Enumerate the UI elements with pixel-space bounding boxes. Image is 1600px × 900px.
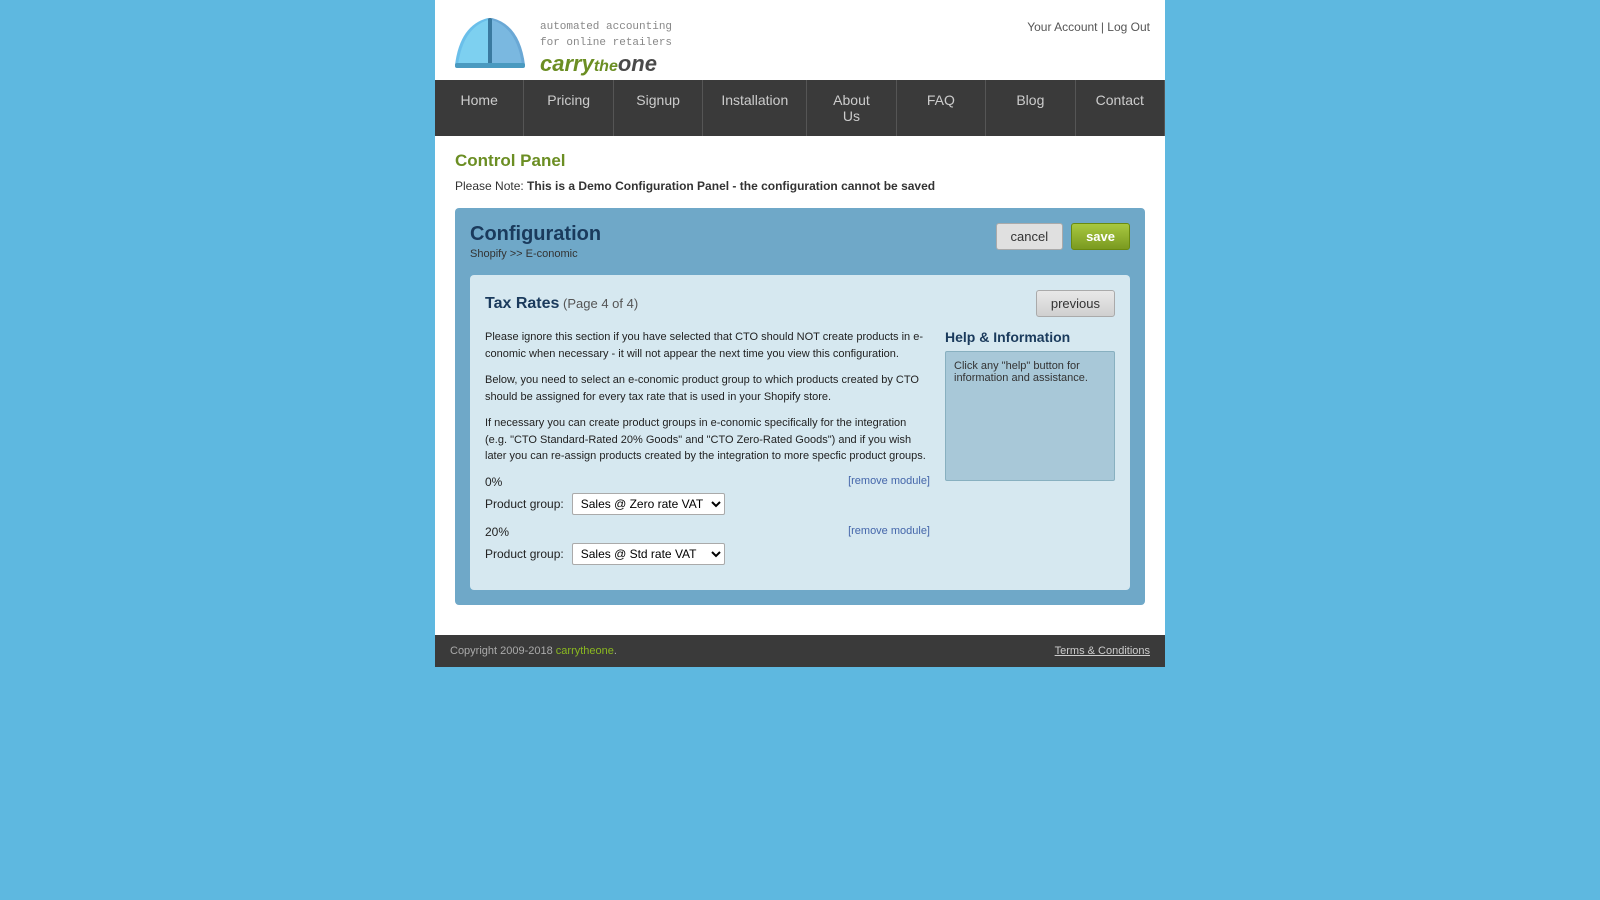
content-main: Please ignore this section if you have s… <box>485 329 930 575</box>
nav-faq[interactable]: FAQ <box>897 80 986 136</box>
brand-name: carrytheone <box>540 53 672 75</box>
tax-rates-header: Tax Rates (Page 4 of 4) previous <box>485 290 1115 317</box>
nav-signup[interactable]: Signup <box>614 80 703 136</box>
remove-module-20[interactable]: [remove module] <box>848 525 930 539</box>
nav-pricing[interactable]: Pricing <box>524 80 613 136</box>
save-button[interactable]: save <box>1071 223 1130 250</box>
tax-rates-page-label: (Page 4 of 4) <box>563 296 638 311</box>
tax-rates-title: Tax Rates <box>485 295 559 312</box>
terms-link[interactable]: Terms & Conditions <box>1055 645 1150 657</box>
demo-note: Please Note: This is a Demo Configuratio… <box>455 179 1145 193</box>
config-subtitle: Shopify >> E-conomic <box>470 248 601 260</box>
para3: If necessary you can create product grou… <box>485 415 930 465</box>
tax-rates-title-area: Tax Rates (Page 4 of 4) <box>485 295 638 313</box>
config-title-area: Configuration Shopify >> E-conomic <box>470 223 601 260</box>
help-title: Help & Information <box>945 329 1115 345</box>
help-content: Click any "help" button for information … <box>945 351 1115 481</box>
content-and-help: Please ignore this section if you have s… <box>485 329 1115 575</box>
footer-copyright: Copyright 2009-2018 carrytheone. <box>450 645 617 657</box>
logo-book-icon <box>450 10 530 80</box>
footer-brand: carrytheone <box>556 645 614 657</box>
product-group-0-row: Product group: Sales @ Zero rate VAT Sal… <box>485 493 930 515</box>
nav-blog[interactable]: Blog <box>986 80 1075 136</box>
demo-note-prefix: Please Note: <box>455 179 527 193</box>
inner-box: Tax Rates (Page 4 of 4) previous Please … <box>470 275 1130 590</box>
nav-installation[interactable]: Installation <box>703 80 807 136</box>
nav-home[interactable]: Home <box>435 80 524 136</box>
tax-rate-20-label: 20% <box>485 525 509 539</box>
nav-about[interactable]: About Us <box>807 80 896 136</box>
header-links: Your Account | Log Out <box>1027 20 1150 34</box>
para2: Below, you need to select an e-conomic p… <box>485 372 930 405</box>
logo-text: automated accounting for online retailer… <box>540 20 672 75</box>
logout-link[interactable]: Log Out <box>1107 20 1150 34</box>
config-header: Configuration Shopify >> E-conomic cance… <box>470 223 1130 260</box>
demo-note-bold: This is a Demo Configuration Panel - the… <box>527 179 935 193</box>
config-title: Configuration <box>470 223 601 246</box>
product-group-20-select[interactable]: Sales @ Zero rate VAT Sales @ Std rate V… <box>572 543 725 565</box>
product-group-0-select[interactable]: Sales @ Zero rate VAT Sales @ Std rate V… <box>572 493 725 515</box>
tax-rate-20-header: 20% [remove module] <box>485 525 930 539</box>
product-group-20-row: Product group: Sales @ Zero rate VAT Sal… <box>485 543 930 565</box>
help-box: Help & Information Click any "help" butt… <box>945 329 1115 575</box>
tax-rate-0-label: 0% <box>485 475 502 489</box>
product-group-0-label: Product group: <box>485 497 564 511</box>
nav-bar: Home Pricing Signup Installation About U… <box>435 80 1165 136</box>
tax-row-20: 20% [remove module] Product group: Sales… <box>485 525 930 565</box>
main-content: Control Panel Please Note: This is a Dem… <box>435 136 1165 635</box>
config-box: Configuration Shopify >> E-conomic cance… <box>455 208 1145 605</box>
product-group-20-label: Product group: <box>485 547 564 561</box>
footer-bar: Copyright 2009-2018 carrytheone. Terms &… <box>435 635 1165 667</box>
cancel-button[interactable]: cancel <box>996 223 1064 250</box>
remove-module-0[interactable]: [remove module] <box>848 475 930 489</box>
para1: Please ignore this section if you have s… <box>485 329 930 362</box>
your-account-link[interactable]: Your Account <box>1027 20 1097 34</box>
previous-button[interactable]: previous <box>1036 290 1115 317</box>
nav-contact[interactable]: Contact <box>1076 80 1165 136</box>
tax-row-0: 0% [remove module] Product group: Sales … <box>485 475 930 515</box>
control-panel-title: Control Panel <box>455 151 1145 171</box>
tagline: automated accounting for online retailer… <box>540 20 672 51</box>
config-buttons: cancel save <box>996 223 1131 250</box>
header: automated accounting for online retailer… <box>435 0 1165 80</box>
logo-area: automated accounting for online retailer… <box>450 10 672 80</box>
tax-rate-0-header: 0% [remove module] <box>485 475 930 489</box>
